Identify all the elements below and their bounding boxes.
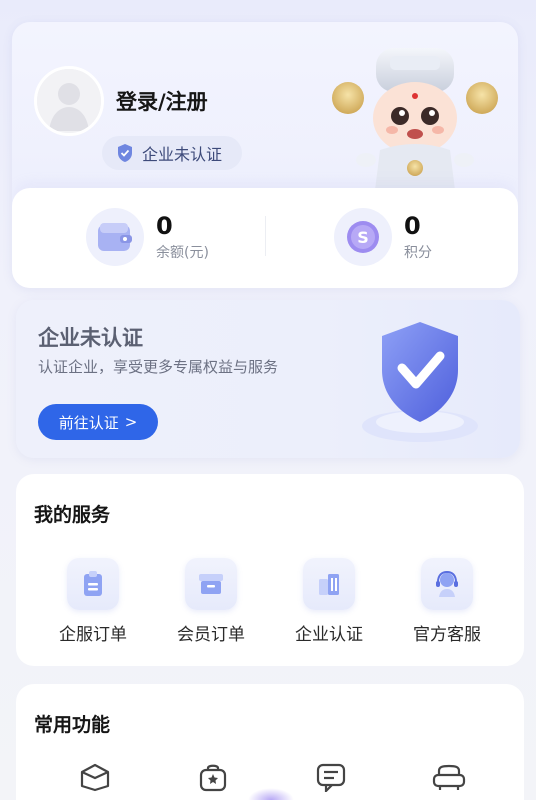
balance-label: 余额(元)	[156, 245, 209, 261]
login-register-link[interactable]: 登录/注册	[116, 86, 208, 116]
profile-card: 登录/注册 企业未认证 0 余额(元) S 0 积分	[12, 22, 518, 288]
default-avatar-icon	[37, 69, 101, 133]
mascot-illustration	[332, 48, 498, 203]
service-label: 企业认证	[295, 625, 363, 645]
service-item-enterprise-cert[interactable]: 企业认证	[274, 558, 384, 645]
svg-text:S: S	[357, 228, 369, 247]
service-item-enterprise-orders[interactable]: 企服订单	[38, 558, 148, 645]
building-icon	[303, 558, 355, 610]
points-item[interactable]: S 0 积分	[334, 208, 432, 266]
sofa-icon[interactable]	[432, 762, 466, 792]
cert-status-badge[interactable]: 企业未认证	[102, 136, 242, 170]
chat-icon[interactable]	[314, 762, 348, 792]
headset-icon	[421, 558, 473, 610]
divider	[265, 216, 266, 256]
my-services-card: 我的服务 企服订单 会员订单 企业认证 官方客服	[16, 474, 524, 666]
shield-check-icon	[118, 144, 132, 162]
wallet-icon	[86, 208, 144, 266]
service-label: 官方客服	[413, 625, 481, 645]
functions-title: 常用功能	[34, 714, 111, 736]
avatar[interactable]	[34, 66, 104, 136]
common-functions-card: 常用功能	[16, 684, 524, 800]
enterprise-subtitle: 认证企业，享受更多专属权益与服务	[38, 358, 279, 376]
enterprise-title: 企业未认证	[38, 326, 143, 350]
services-title: 我的服务	[34, 504, 111, 526]
enterprise-cert-card: 企业未认证 认证企业，享受更多专属权益与服务 前往认证 >	[16, 300, 520, 458]
service-label: 企服订单	[59, 625, 127, 645]
shield-check-illustration	[362, 322, 478, 442]
cert-status-label: 企业未认证	[142, 145, 223, 164]
bag-icon[interactable]	[196, 762, 230, 792]
points-label: 积分	[404, 245, 432, 261]
service-item-member-orders[interactable]: 会员订单	[156, 558, 266, 645]
go-certify-label: 前往认证	[58, 413, 119, 432]
points-coin-icon: S	[334, 208, 392, 266]
service-label: 会员订单	[177, 625, 245, 645]
chevron-right-icon: >	[124, 413, 138, 431]
go-certify-button[interactable]: 前往认证 >	[38, 404, 158, 440]
balance-item[interactable]: 0 余额(元)	[86, 208, 209, 266]
clipboard-icon	[67, 558, 119, 610]
balance-strip: 0 余额(元) S 0 积分	[12, 188, 518, 288]
service-item-customer-service[interactable]: 官方客服	[392, 558, 502, 645]
package-icon[interactable]	[78, 762, 112, 792]
box-icon	[185, 558, 237, 610]
points-value: 0	[404, 212, 421, 240]
balance-value: 0	[156, 212, 173, 240]
